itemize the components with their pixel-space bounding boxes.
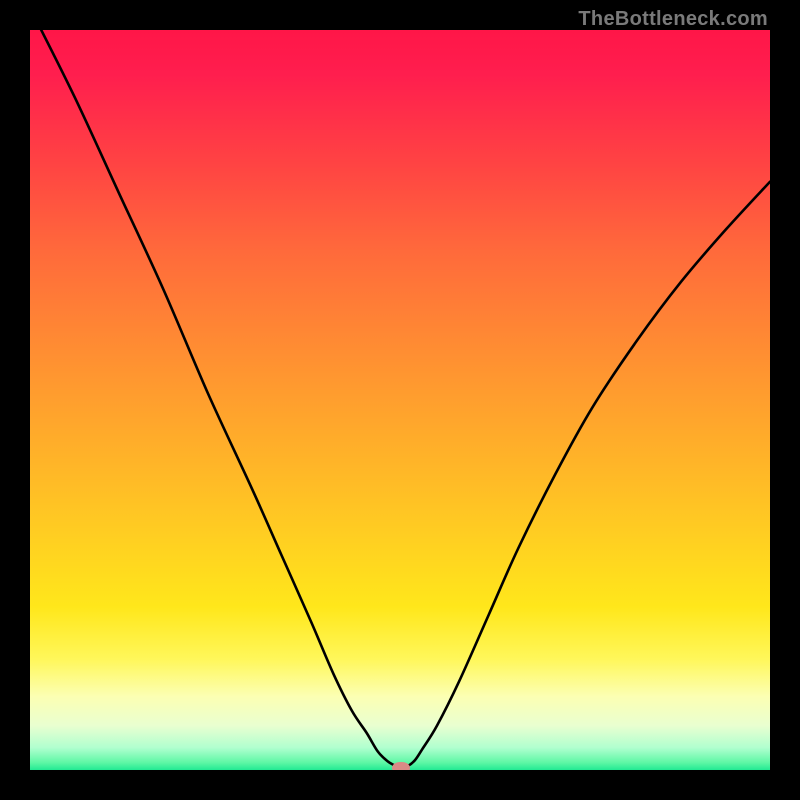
minimum-marker (392, 762, 410, 770)
plot-area (30, 30, 770, 770)
bottleneck-curve (30, 30, 770, 770)
watermark-text: TheBottleneck.com (578, 8, 768, 31)
chart-frame: TheBottleneck.com (0, 0, 800, 800)
